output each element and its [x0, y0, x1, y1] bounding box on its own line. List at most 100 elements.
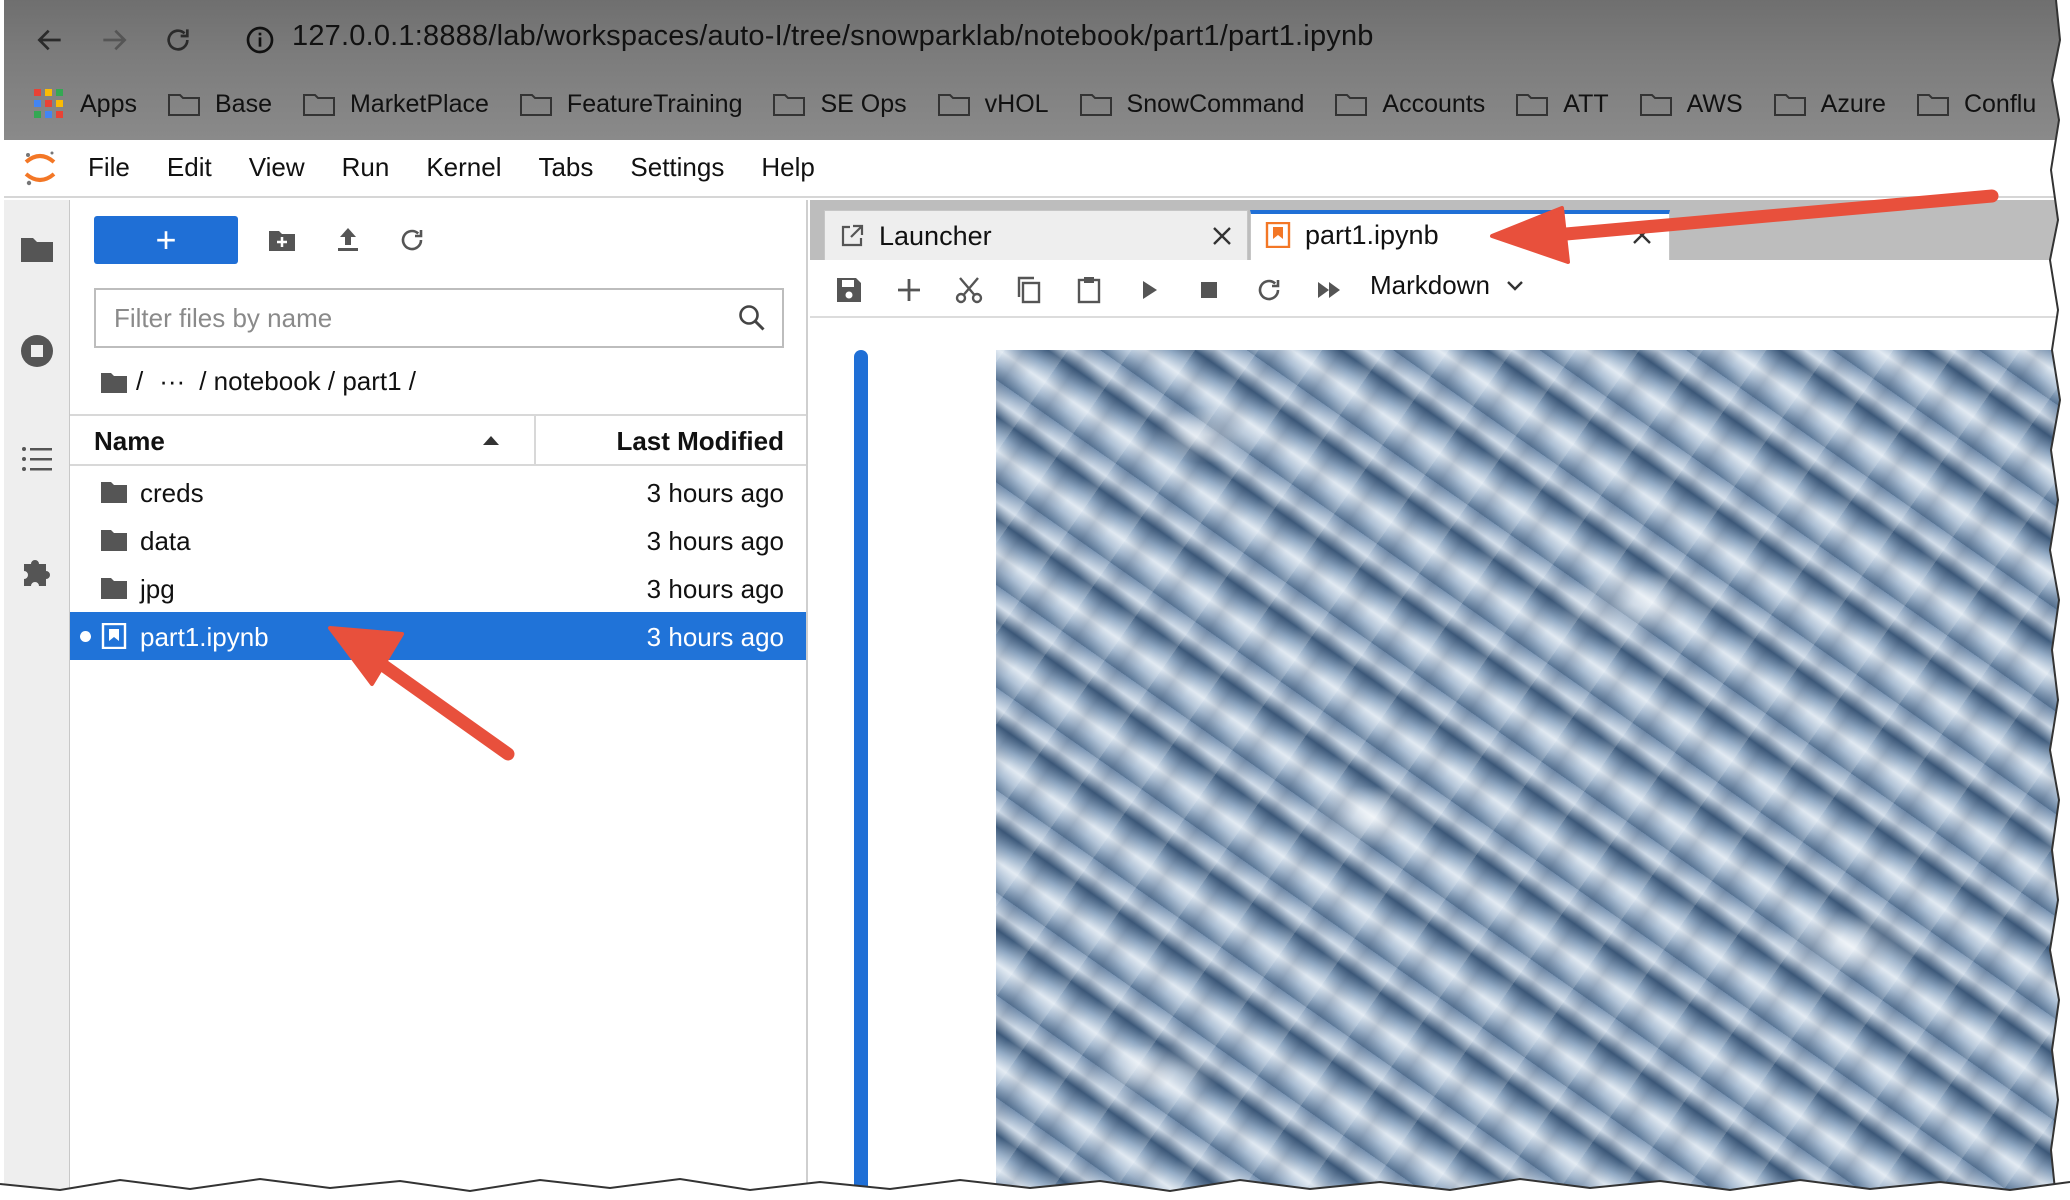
breadcrumb-ellipsis[interactable]: ···: [159, 366, 185, 397]
arrow-right-icon: [103, 29, 127, 51]
filter-files-field[interactable]: [94, 288, 784, 348]
bookmark-label: MarketPlace: [349, 89, 489, 118]
folder-icon: [101, 530, 127, 551]
bookmark-folder[interactable]: MarketPlace: [302, 90, 489, 119]
filter-files-input[interactable]: [114, 302, 714, 334]
bookmark-folder[interactable]: AWS: [1639, 90, 1743, 119]
launcher-external-icon: [841, 224, 864, 247]
sort-ascending-icon[interactable]: [482, 434, 500, 446]
file-row-notebook[interactable]: part1.ipynb 3 hours ago: [70, 612, 806, 660]
bookmark-folder[interactable]: Base: [167, 90, 272, 119]
breadcrumb-path[interactable]: / notebook / part1 /: [199, 366, 416, 397]
bookmark-folder[interactable]: Accounts: [1334, 90, 1485, 119]
bookmark-label: Base: [214, 89, 272, 118]
run-icon[interactable]: [1134, 275, 1164, 305]
menu-edit[interactable]: Edit: [167, 152, 212, 183]
bookmark-folder[interactable]: ATT: [1515, 89, 1609, 119]
folder-icon: [167, 94, 200, 116]
copy-icon[interactable]: [1014, 275, 1044, 305]
restart-icon[interactable]: [1254, 275, 1284, 305]
new-launcher-button[interactable]: +: [94, 216, 238, 264]
save-icon[interactable]: [834, 275, 864, 305]
notebook-icon: [101, 623, 127, 649]
menu-view[interactable]: View: [249, 152, 305, 183]
file-modified: 3 hours ago: [646, 574, 784, 604]
folder-icon: [302, 94, 335, 116]
apps-grid-icon: [34, 89, 64, 119]
menu-file[interactable]: File: [88, 152, 130, 183]
bookmark-folder[interactable]: Azure: [1773, 90, 1886, 119]
folder-icon[interactable]: [18, 230, 56, 268]
address-bar[interactable]: 127.0.0.1:8888/lab/workspaces/auto-I/tre…: [292, 20, 1374, 53]
paste-icon[interactable]: [1074, 275, 1104, 305]
fast-forward-icon[interactable]: [1314, 275, 1344, 305]
arrow-left-icon: [37, 29, 61, 51]
image-texture: [996, 350, 2060, 1200]
menu-help[interactable]: Help: [761, 152, 814, 183]
running-stop-icon[interactable]: [18, 332, 56, 370]
bookmark-label: SnowCommand: [1126, 89, 1305, 118]
file-row-folder[interactable]: data 3 hours ago: [70, 516, 806, 564]
tab-label: Launcher: [879, 221, 992, 251]
folder-icon: [1773, 94, 1806, 116]
upload-icon[interactable]: [332, 224, 364, 256]
file-name: part1.ipynb: [140, 622, 269, 652]
column-modified-header[interactable]: Last Modified: [616, 426, 784, 457]
menu-run[interactable]: Run: [342, 152, 390, 183]
folder-icon: [101, 578, 127, 599]
close-icon[interactable]: [1629, 222, 1655, 248]
forward-button[interactable]: [92, 18, 136, 62]
file-modified: 3 hours ago: [646, 526, 784, 556]
info-icon[interactable]: [244, 24, 276, 56]
folder-icon[interactable]: [100, 370, 128, 394]
reload-button[interactable]: [156, 18, 200, 62]
breadcrumb: / ··· / notebook / part1 /: [100, 366, 426, 397]
back-button[interactable]: [28, 18, 72, 62]
folder-icon: [1516, 94, 1549, 116]
bookmark-folder[interactable]: vHOL: [937, 90, 1049, 119]
file-row-folder[interactable]: jpg 3 hours ago: [70, 564, 806, 612]
extension-puzzle-icon[interactable]: [18, 552, 56, 590]
file-name: jpg: [140, 574, 175, 604]
bookmark-label: vHOL: [984, 89, 1049, 118]
table-of-contents-icon[interactable]: [18, 440, 56, 478]
cell-type-value: Markdown: [1370, 270, 1490, 300]
new-folder-icon[interactable]: [266, 224, 298, 256]
bookmark-apps[interactable]: Apps: [34, 89, 137, 119]
tab-part1-notebook[interactable]: part1.ipynb: [1250, 210, 1670, 260]
column-divider[interactable]: [534, 416, 536, 466]
chevron-down-icon: [1507, 280, 1523, 291]
column-name-header[interactable]: Name: [94, 426, 165, 457]
bookmark-folder[interactable]: SE Ops: [772, 90, 907, 119]
cut-icon[interactable]: [954, 275, 984, 305]
folder-icon: [937, 94, 970, 116]
torn-edge-bottom: [0, 1177, 2070, 1200]
refresh-icon[interactable]: [396, 224, 428, 256]
bookmark-folder[interactable]: SnowCommand: [1079, 89, 1305, 119]
tab-launcher[interactable]: Launcher: [824, 210, 1248, 260]
cell-type-select[interactable]: Markdown: [1370, 270, 1526, 301]
breadcrumb-root[interactable]: /: [136, 366, 143, 397]
notebook-toolbar: Markdown: [810, 260, 2060, 318]
bookmark-label: AWS: [1686, 89, 1743, 118]
file-row-folder[interactable]: creds 3 hours ago: [70, 468, 806, 516]
bookmark-label: ATT: [1563, 89, 1609, 118]
menu-settings[interactable]: Settings: [630, 152, 724, 183]
activity-bar: [4, 200, 70, 1200]
folder-icon: [1335, 94, 1368, 116]
menu-kernel[interactable]: Kernel: [426, 152, 501, 183]
close-icon[interactable]: [1209, 223, 1235, 249]
folder-icon: [1916, 94, 1949, 116]
file-modified: 3 hours ago: [646, 622, 784, 652]
main-dock-area: Launcher part1.ipynb Markdown: [810, 200, 2060, 1200]
add-cell-icon[interactable]: [894, 275, 924, 305]
active-cell-indicator[interactable]: [854, 350, 868, 1200]
bookmark-folder[interactable]: FeatureTraining: [519, 90, 742, 119]
stop-icon[interactable]: [1194, 275, 1224, 305]
bookmark-folder[interactable]: Conflu: [1916, 90, 2036, 119]
search-icon: [739, 305, 765, 331]
folder-icon: [773, 94, 806, 116]
menu-items: File Edit View Run Kernel Tabs Settings …: [88, 152, 852, 183]
menu-tabs[interactable]: Tabs: [538, 152, 593, 183]
bookmark-label: Conflu: [1963, 89, 2037, 118]
